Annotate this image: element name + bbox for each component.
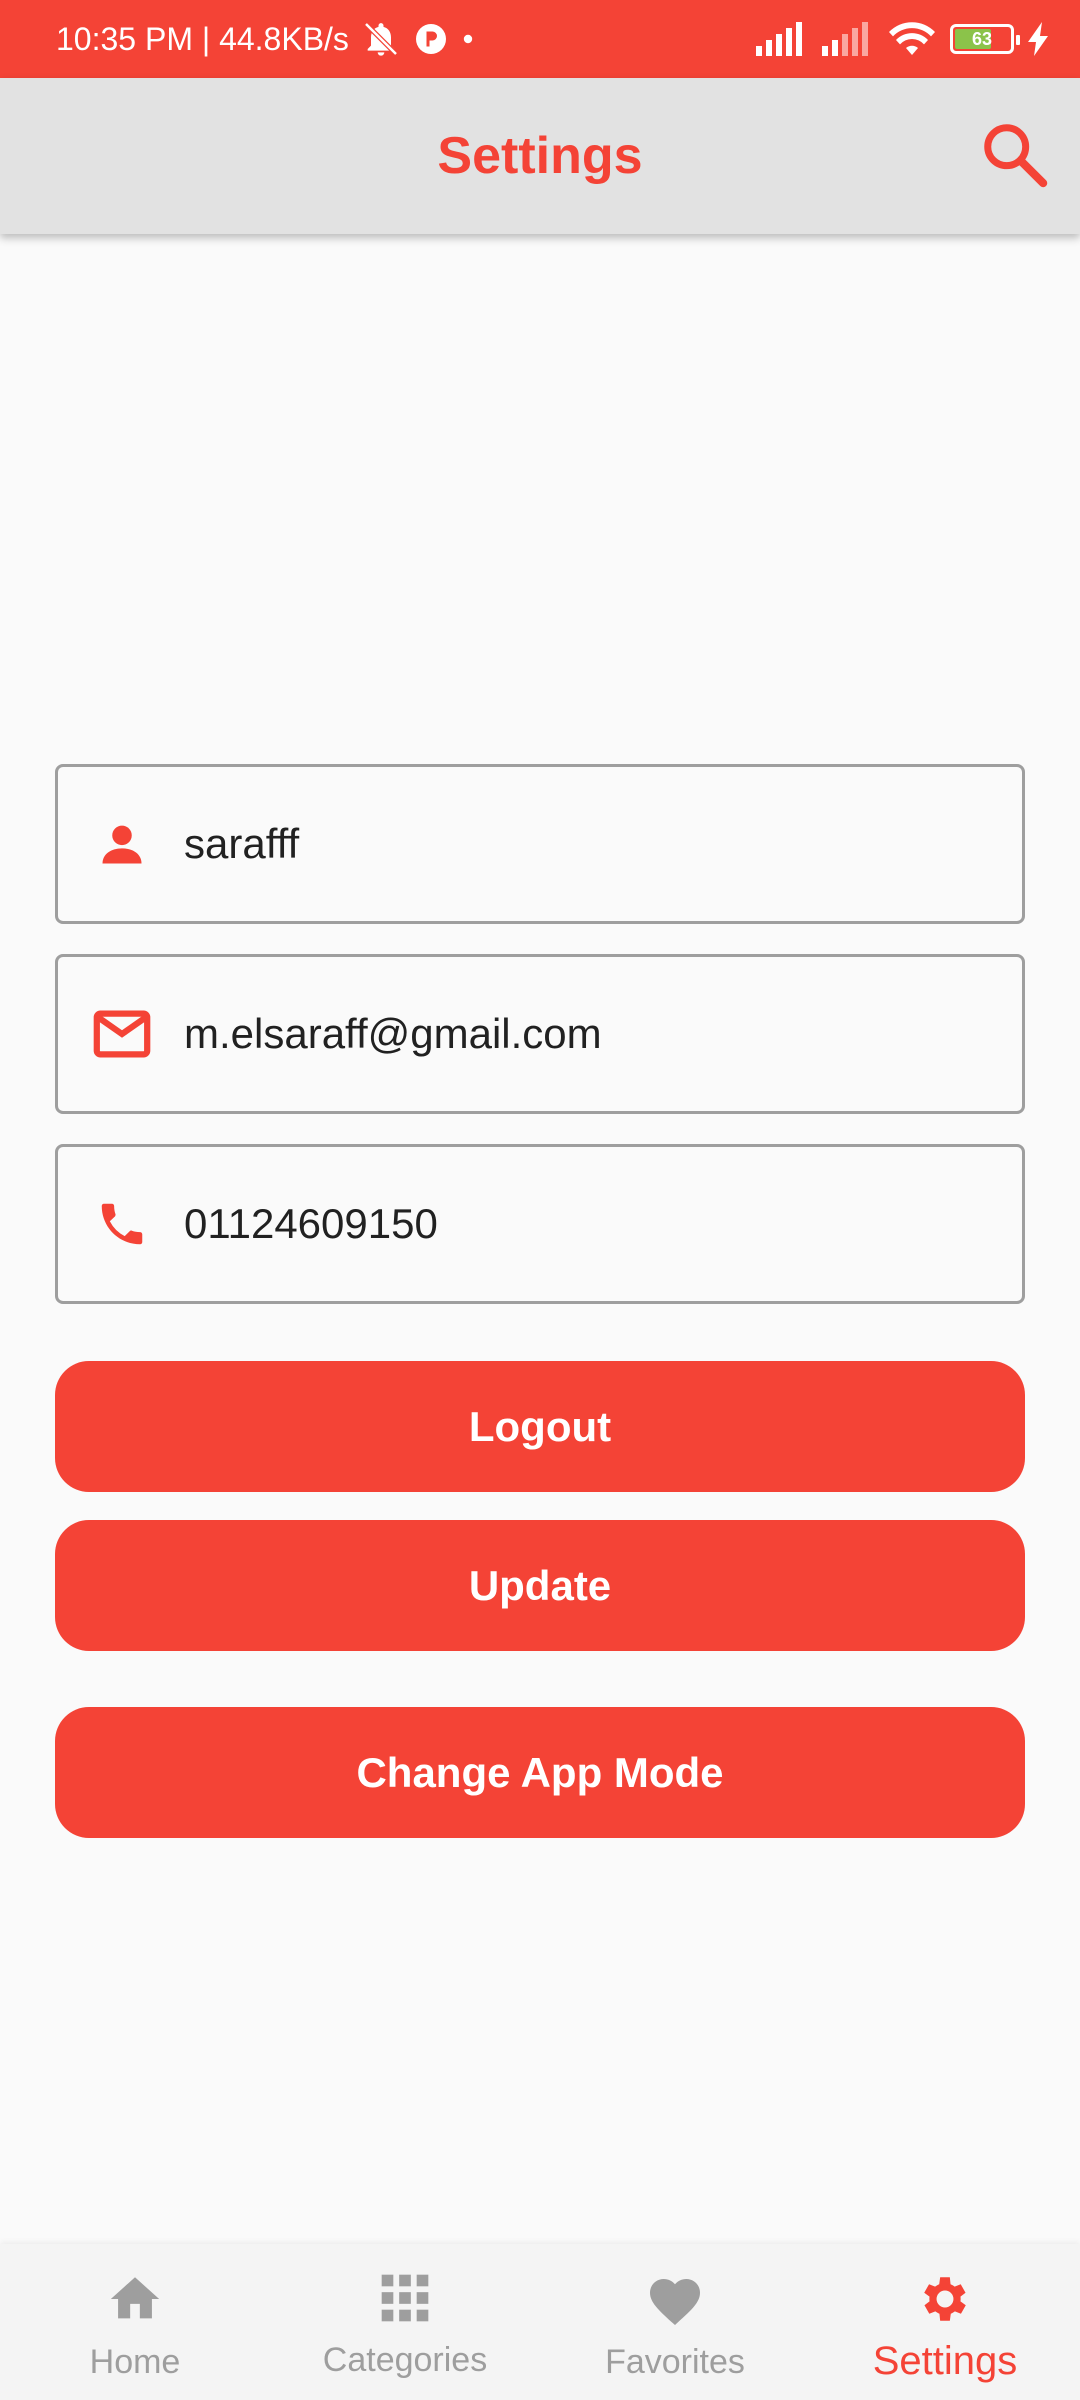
gear-icon bbox=[916, 2270, 974, 2333]
heart-icon bbox=[645, 2270, 705, 2333]
battery-icon: 63 bbox=[950, 24, 1020, 54]
status-time-speed: 10:35 PM | 44.8KB/s bbox=[56, 20, 349, 57]
nav-label-home: Home bbox=[89, 2343, 181, 2381]
update-button[interactable]: Update bbox=[55, 1520, 1025, 1651]
change-app-mode-button[interactable]: Change App Mode bbox=[55, 1707, 1025, 1838]
signal-icon bbox=[756, 22, 808, 56]
status-right: 63 bbox=[756, 21, 1050, 57]
email-field[interactable]: m.elsaraff@gmail.com bbox=[55, 954, 1025, 1114]
status-left: 10:35 PM | 44.8KB/s bbox=[56, 19, 475, 59]
status-bar: 10:35 PM | 44.8KB/s 63 bbox=[0, 0, 1080, 78]
person-icon bbox=[92, 814, 152, 874]
phone-field[interactable]: 01124609150 bbox=[55, 1144, 1025, 1304]
email-value: m.elsaraff@gmail.com bbox=[184, 1010, 602, 1057]
nav-label-categories: Categories bbox=[322, 2341, 488, 2379]
nav-item-favorites[interactable]: Favorites bbox=[540, 2244, 810, 2400]
battery-level: 63 bbox=[971, 28, 993, 49]
nav-item-home[interactable]: Home bbox=[0, 2244, 270, 2400]
bottom-navigation: Home Categories Favorites Settings bbox=[0, 2244, 1080, 2400]
apps-grid-icon bbox=[377, 2270, 433, 2331]
nav-label-favorites: Favorites bbox=[605, 2343, 745, 2381]
app-notification-icon bbox=[413, 21, 449, 57]
page-title: Settings bbox=[437, 127, 643, 185]
app-bar: Settings bbox=[0, 78, 1080, 234]
phone-value: 01124609150 bbox=[184, 1200, 438, 1247]
home-icon bbox=[106, 2270, 164, 2333]
signal-weak-icon bbox=[822, 22, 874, 56]
nav-item-settings[interactable]: Settings bbox=[810, 2244, 1080, 2400]
search-icon bbox=[979, 119, 1049, 194]
mail-icon bbox=[92, 1004, 152, 1064]
nav-label-settings: Settings bbox=[872, 2339, 1018, 2383]
nav-item-categories[interactable]: Categories bbox=[270, 2244, 540, 2400]
dot-icon bbox=[461, 32, 475, 46]
bell-off-icon bbox=[361, 19, 401, 59]
search-button[interactable] bbox=[976, 118, 1052, 194]
charging-icon bbox=[1028, 22, 1050, 56]
logout-button[interactable]: Logout bbox=[55, 1361, 1025, 1492]
username-field[interactable]: sarafff bbox=[55, 764, 1025, 924]
username-value: sarafff bbox=[184, 820, 300, 867]
wifi-icon bbox=[888, 21, 936, 57]
phone-icon bbox=[92, 1194, 152, 1254]
